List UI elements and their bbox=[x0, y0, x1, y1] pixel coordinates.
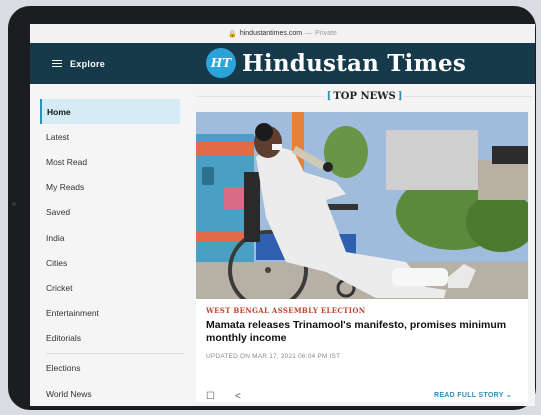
read-full-story-label: READ FULL STORY bbox=[433, 392, 504, 399]
lock-icon: 🔒 bbox=[228, 30, 237, 38]
sidebar-item-entertainment[interactable]: Entertainment bbox=[30, 301, 190, 326]
tablet-device: 🔒 hindustantimes.com — Private Explore H… bbox=[8, 6, 536, 410]
section-title: [TOP NEWS] bbox=[196, 84, 533, 108]
hamburger-menu-icon bbox=[52, 60, 62, 68]
bookmark-icon[interactable]: ☐ bbox=[206, 391, 215, 402]
site-logo[interactable]: HT Hindustan Times bbox=[206, 48, 466, 78]
sidebar-item-home[interactable]: Home bbox=[40, 99, 180, 125]
private-mode-label: Private bbox=[315, 30, 337, 37]
share-icon[interactable]: < bbox=[235, 391, 241, 402]
sidebar-item-india[interactable]: India bbox=[30, 225, 190, 250]
logo-wordmark: Hindustan Times bbox=[242, 49, 466, 77]
sidebar-item-cricket[interactable]: Cricket bbox=[30, 275, 190, 300]
url-text: hindustantimes.com bbox=[239, 30, 303, 37]
story-timestamp: UPDATED ON MAR 17, 2021 06:04 PM IST bbox=[206, 353, 341, 360]
sidebar-item-world-news[interactable]: World News bbox=[30, 381, 190, 406]
sidebar-item-saved[interactable]: Saved bbox=[30, 200, 190, 225]
ht-logo-icon: HT bbox=[206, 48, 236, 78]
story-photo[interactable] bbox=[196, 112, 528, 299]
top-story-card[interactable]: WEST BENGAL ASSEMBLY ELECTION Mamata rel… bbox=[196, 112, 528, 402]
sidebar-nav: Home Latest Most Read My Reads Saved Ind… bbox=[30, 84, 190, 406]
story-photo-image bbox=[196, 112, 528, 299]
site-header: Explore HT Hindustan Times bbox=[30, 43, 535, 84]
sidebar-item-most-read[interactable]: Most Read bbox=[30, 149, 190, 174]
sidebar-item-latest[interactable]: Latest bbox=[30, 124, 190, 149]
chevron-down-icon: ⌄ bbox=[505, 392, 512, 399]
sidebar-item-editorials[interactable]: Editorials bbox=[30, 326, 190, 351]
sidebar-item-elections[interactable]: Elections bbox=[30, 356, 190, 381]
sidebar-item-my-reads[interactable]: My Reads bbox=[30, 175, 190, 200]
sidebar-item-cities[interactable]: Cities bbox=[30, 250, 190, 275]
url-separator: — bbox=[305, 30, 313, 37]
read-full-story-link[interactable]: READ FULL STORY ⌄ bbox=[434, 391, 512, 399]
story-kicker[interactable]: WEST BENGAL ASSEMBLY ELECTION bbox=[206, 306, 518, 315]
section-title-text: TOP NEWS bbox=[331, 90, 398, 102]
story-headline[interactable]: Mamata releases Trinamool's manifesto, p… bbox=[206, 319, 518, 345]
explore-button[interactable]: Explore bbox=[52, 59, 105, 69]
browser-screen: 🔒 hindustantimes.com — Private Explore H… bbox=[30, 24, 535, 406]
explore-label: Explore bbox=[70, 58, 106, 69]
sidebar-divider bbox=[46, 352, 184, 354]
front-camera bbox=[12, 202, 16, 206]
main-content: [TOP NEWS] WEST BENGAL ASSEMBLY ELECTION… bbox=[190, 84, 535, 406]
url-bar[interactable]: 🔒 hindustantimes.com — Private bbox=[30, 24, 535, 43]
